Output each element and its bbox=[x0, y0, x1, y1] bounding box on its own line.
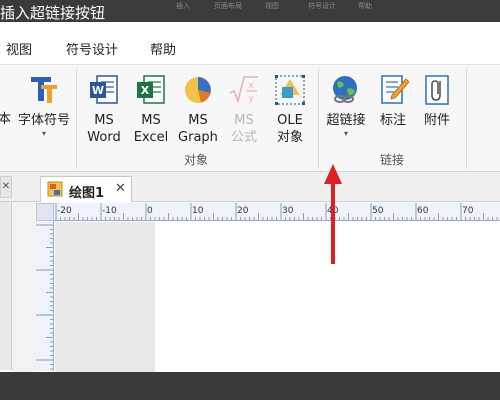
svg-text:x: x bbox=[248, 81, 254, 91]
annotation-label: 标注 bbox=[379, 113, 406, 128]
chevron-down-icon: ▾ bbox=[343, 129, 348, 138]
annotation-pencil-icon bbox=[381, 75, 410, 104]
ms-word-label-line1: MS bbox=[94, 113, 114, 128]
document-tab[interactable]: 绘图1 ✕ bbox=[40, 176, 132, 202]
window-title: 插入超链接按钮 bbox=[0, 4, 106, 22]
ruler-label: 20 bbox=[237, 206, 249, 216]
ruler-label: 60 bbox=[417, 206, 429, 216]
vertical-ruler bbox=[36, 221, 54, 371]
ribbon: 本 字体符号 ▾ W MS Word X MS Excel MS Graph x… bbox=[0, 64, 500, 172]
ms-excel-label-line1: MS bbox=[141, 113, 161, 128]
excel-icon: X bbox=[137, 75, 165, 104]
text-button-partial[interactable]: 本 bbox=[0, 111, 11, 128]
ruler-label: 30 bbox=[282, 206, 294, 216]
attachment-label: 附件 bbox=[423, 113, 450, 128]
ruler-label: -20 bbox=[57, 206, 72, 216]
font-symbol-icon bbox=[31, 77, 57, 103]
svg-text:W: W bbox=[92, 84, 104, 97]
formula-icon: x y bbox=[229, 76, 258, 104]
svg-text:X: X bbox=[141, 84, 150, 97]
horizontal-ruler: -20-1001020304050607080 bbox=[36, 203, 500, 221]
arrow-head bbox=[324, 164, 342, 184]
font-symbol-button[interactable]: 字体符号 ▾ bbox=[16, 73, 72, 139]
ruler-corner bbox=[36, 203, 54, 221]
ms-excel-button[interactable]: X MS Excel bbox=[130, 73, 172, 146]
ms-formula-label-line2: 公式 bbox=[230, 130, 257, 145]
annotation-button[interactable]: 标注 bbox=[374, 73, 412, 129]
ms-word-label-line2: Word bbox=[87, 130, 121, 145]
ribbon-separator bbox=[76, 69, 77, 169]
ribbon-separator bbox=[318, 69, 319, 169]
pie-chart-icon bbox=[185, 77, 211, 103]
ms-graph-label-line2: Graph bbox=[178, 130, 218, 145]
ruler-label: 50 bbox=[372, 206, 384, 216]
left-panel-close-icon[interactable]: ✕ bbox=[0, 176, 12, 198]
red-arrow-annotation bbox=[324, 164, 342, 264]
menu-symbol-design[interactable]: 符号设计 bbox=[66, 39, 118, 58]
attachment-button[interactable]: 附件 bbox=[418, 73, 456, 129]
ms-graph-label-line1: MS bbox=[188, 113, 208, 128]
document-tab-label: 绘图1 bbox=[69, 186, 105, 201]
ruler-label: 70 bbox=[462, 206, 474, 216]
chevron-down-icon: ▾ bbox=[41, 129, 46, 138]
left-side-panel bbox=[0, 202, 12, 370]
ole-object-button[interactable]: OLE 对象 bbox=[268, 73, 312, 146]
ruler-label: 0 bbox=[147, 206, 153, 216]
left-gutter bbox=[12, 202, 36, 372]
paperclip-icon bbox=[425, 75, 449, 105]
ole-object-label-line1: OLE bbox=[277, 113, 303, 128]
ole-object-label-line2: 对象 bbox=[276, 130, 303, 145]
menu-bar: 视图 符号设计 帮助 bbox=[0, 22, 500, 64]
svg-text:y: y bbox=[248, 94, 254, 104]
faded-tab-insert: 插入 bbox=[176, 2, 190, 10]
menu-help[interactable]: 帮助 bbox=[150, 39, 176, 58]
word-icon: W bbox=[90, 75, 118, 104]
faded-tab-help: 帮助 bbox=[358, 2, 372, 10]
close-icon[interactable]: ✕ bbox=[115, 181, 126, 196]
ms-formula-label-line1: MS bbox=[234, 113, 254, 128]
title-bar: 插入超链接按钮 插入 页面布局 视图 符号设计 帮助 bbox=[0, 0, 500, 22]
drawing-doc-icon bbox=[47, 181, 63, 197]
ruler-label: 10 bbox=[192, 206, 204, 216]
faded-tab-view: 视图 bbox=[265, 2, 279, 10]
hyperlink-button[interactable]: 超链接 ▾ bbox=[324, 73, 368, 139]
font-symbol-label: 字体符号 bbox=[17, 113, 70, 128]
bottom-strip bbox=[0, 372, 500, 400]
ms-excel-label-line2: Excel bbox=[133, 130, 169, 145]
ribbon-separator bbox=[466, 69, 467, 169]
objects-group-label: 对象 bbox=[184, 153, 209, 167]
ms-graph-button[interactable]: MS Graph bbox=[175, 73, 221, 146]
hyperlink-globe-icon bbox=[333, 76, 357, 103]
text-button-label: 本 bbox=[0, 112, 12, 127]
ms-formula-button[interactable]: x y MS 公式 bbox=[225, 73, 263, 146]
faded-tab-page-layout: 页面布局 bbox=[214, 2, 242, 10]
links-group-label: 链接 bbox=[380, 153, 405, 167]
menu-view[interactable]: 视图 bbox=[6, 39, 32, 58]
ms-word-button[interactable]: W MS Word bbox=[82, 73, 126, 146]
hyperlink-label: 超链接 bbox=[326, 113, 366, 128]
ole-object-icon bbox=[275, 75, 305, 105]
arrow-shaft bbox=[331, 182, 335, 264]
ruler-label: -10 bbox=[102, 206, 117, 216]
faded-tab-symbol-design: 符号设计 bbox=[308, 2, 336, 10]
canvas-margin bbox=[55, 222, 155, 372]
